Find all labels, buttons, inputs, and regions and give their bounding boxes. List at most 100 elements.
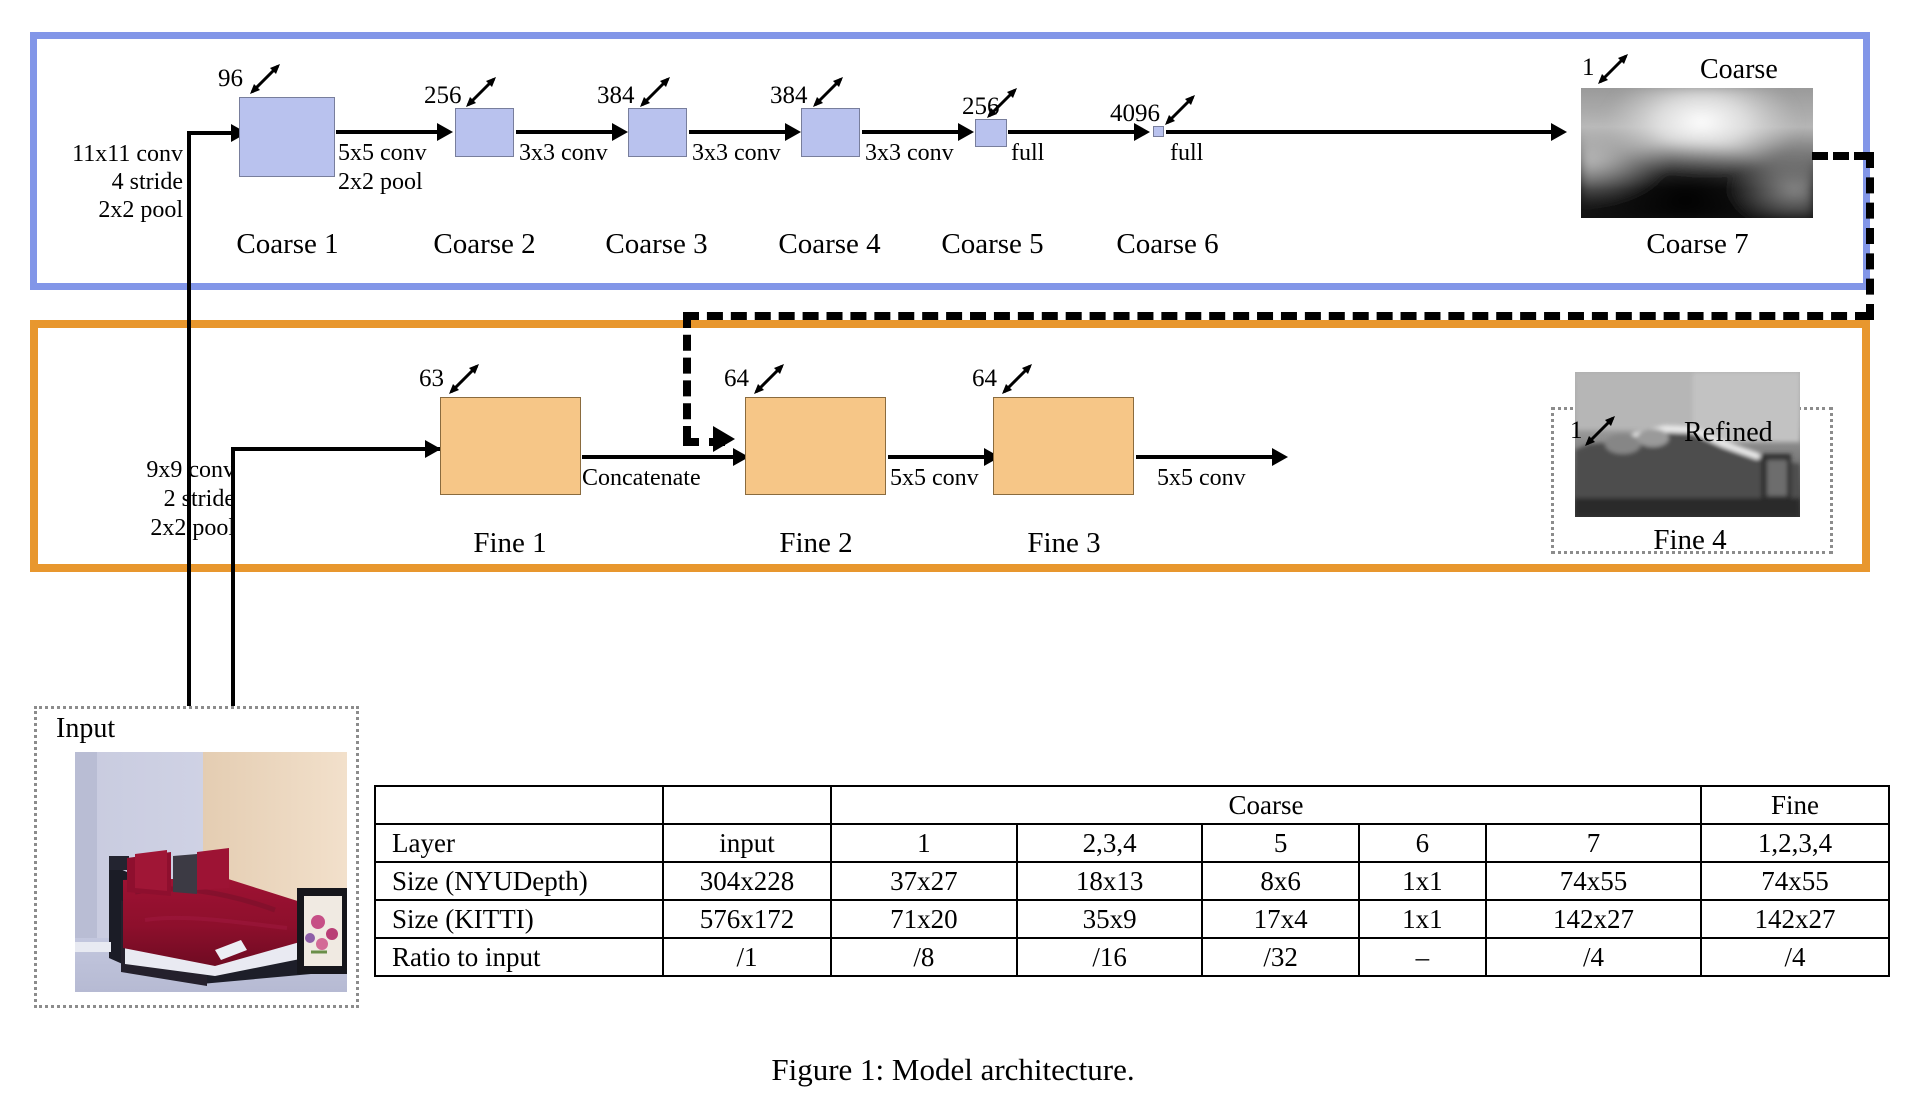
cell-kitti-input: 576x172 — [662, 899, 832, 939]
cell-layer-c5: 5 — [1201, 823, 1360, 863]
coarse-op-1-line-1: 5x5 conv — [338, 140, 427, 166]
fine-block-2 — [745, 397, 886, 495]
coarse-arrowhead-4 — [785, 123, 801, 141]
coarse-label-5: Coarse 5 — [941, 228, 1044, 260]
fine-block-1 — [440, 397, 581, 495]
row-label-size-nyu: Size (NYUDepth) — [374, 861, 664, 901]
coarse-input-op-line-3: 2x2 pool — [98, 197, 183, 223]
skip-arrowhead — [713, 426, 735, 452]
coarse-block-5 — [975, 119, 1007, 147]
cell-nyu-c234: 18x13 — [1015, 861, 1204, 901]
coarse-op-1-line-2: 2x2 pool — [338, 169, 423, 195]
cell-nyu-input: 304x228 — [662, 861, 832, 901]
channel-arrow-icon — [1598, 54, 1628, 84]
input-to-coarse-line — [187, 131, 191, 731]
coarse-block-1 — [239, 97, 335, 177]
cell-kitti-c1: 71x20 — [830, 899, 1018, 939]
coarse-label-1: Coarse 1 — [236, 228, 339, 260]
coarse-arrow-5-6 — [1008, 130, 1138, 134]
coarse-input-op-line-1: 11x11 conv — [72, 141, 183, 167]
fine-stage-title: Refined — [1684, 417, 1773, 448]
table-row: Size (KITTI) 576x172 71x20 35x9 17x4 1x1… — [374, 899, 1890, 939]
coarse-label-6: Coarse 6 — [1116, 228, 1219, 260]
coarse-channels-2: 256 — [424, 82, 462, 109]
channel-arrow-icon — [466, 77, 496, 107]
layer-spec-table: Coarse Fine Layer input 1 2,3,4 5 6 7 1,… — [374, 785, 1890, 977]
coarse-arrowhead-2 — [437, 123, 453, 141]
fine-input-op-line-2: 2 stride — [163, 486, 235, 512]
coarse-arrowhead-3 — [612, 123, 628, 141]
coarse-depth-map-image — [1581, 88, 1813, 218]
coarse-block-2 — [455, 108, 514, 157]
coarse-label-3: Coarse 3 — [605, 228, 708, 260]
coarse-op-6: full — [1170, 140, 1204, 166]
channel-arrow-icon — [640, 77, 670, 107]
coarse-arrow-1-2 — [336, 130, 441, 134]
row-label-size-kitti: Size (KITTI) — [374, 899, 664, 939]
fine-arrowhead-4 — [1272, 448, 1288, 466]
fine-op-1: Concatenate — [582, 465, 701, 491]
coarse-label-4: Coarse 4 — [778, 228, 881, 260]
coarse-block-6 — [1153, 126, 1164, 137]
group-header-coarse: Coarse — [830, 785, 1702, 825]
cell-ratio-input: /1 — [662, 937, 832, 977]
cell-ratio-fine: /4 — [1700, 937, 1890, 977]
coarse-stage-title: Coarse — [1700, 54, 1778, 85]
cell-nyu-c7: 74x55 — [1484, 861, 1703, 901]
coarse-block-4 — [801, 108, 860, 157]
fine-arrow-1-2 — [582, 455, 737, 459]
coarse-label-2: Coarse 2 — [433, 228, 536, 260]
cell-kitti-c5: 17x4 — [1201, 899, 1360, 939]
coarse-op-5: full — [1011, 140, 1045, 166]
coarse-arrow-6-7 — [1166, 130, 1556, 134]
skip-dash-vertical-right — [1866, 152, 1874, 320]
channel-arrow-icon — [1002, 364, 1032, 394]
fine-op-2: 5x5 conv — [890, 465, 979, 491]
cell-layer-c1: 1 — [830, 823, 1018, 863]
cell-nyu-c1: 37x27 — [830, 861, 1018, 901]
channel-arrow-icon — [987, 88, 1017, 118]
coarse-channels-7: 1 — [1582, 54, 1595, 81]
fine-label-1: Fine 1 — [473, 527, 547, 559]
fine-label-3: Fine 3 — [1027, 527, 1101, 559]
cell-ratio-c234: /16 — [1015, 937, 1204, 977]
channel-arrow-icon — [754, 364, 784, 394]
coarse-channels-6: 4096 — [1110, 100, 1160, 127]
fine-block-3 — [993, 397, 1134, 495]
cell-ratio-c6: – — [1357, 937, 1487, 977]
coarse-arrow-2-3 — [516, 130, 616, 134]
coarse-arrowhead-5 — [958, 123, 974, 141]
fine-arrow-3-4 — [1136, 455, 1276, 459]
coarse-op-3: 3x3 conv — [692, 140, 781, 166]
coarse-label-7: Coarse 7 — [1646, 228, 1749, 260]
cell-kitti-c7: 142x27 — [1484, 899, 1703, 939]
fine-arrow-2-3 — [888, 455, 988, 459]
fine-input-op-line-3: 2x2 pool — [150, 515, 235, 541]
coarse-arrowhead-7 — [1551, 123, 1567, 141]
fine-channels-1: 63 — [419, 365, 444, 392]
table-row: Layer input 1 2,3,4 5 6 7 1,2,3,4 — [374, 823, 1890, 863]
fine-label-2: Fine 2 — [779, 527, 853, 559]
coarse-op-4: 3x3 conv — [865, 140, 954, 166]
coarse-channels-3: 384 — [597, 82, 635, 109]
channel-arrow-icon — [1165, 95, 1195, 125]
coarse-block-3 — [628, 108, 687, 157]
input-panel-label: Input — [56, 713, 116, 744]
fine-input-op-line-1: 9x9 conv — [146, 457, 235, 483]
coarse-channels-4: 384 — [770, 82, 808, 109]
input-to-fine-elbow — [231, 447, 441, 451]
cell-layer-fine: 1,2,3,4 — [1700, 823, 1890, 863]
figure-caption: Figure 1: Model architecture. — [771, 1052, 1135, 1087]
cell-nyu-fine: 74x55 — [1700, 861, 1890, 901]
skip-dash-horizontal — [683, 312, 1871, 320]
coarse-arrow-4-5 — [862, 130, 962, 134]
table-group-header-row: Coarse Fine — [374, 785, 1890, 825]
cell-ratio-c5: /32 — [1201, 937, 1360, 977]
group-header-input — [662, 785, 832, 825]
coarse-arrow-3-4 — [689, 130, 789, 134]
cell-layer-c234: 2,3,4 — [1015, 823, 1204, 863]
row-label-layer: Layer — [374, 823, 664, 863]
cell-nyu-c5: 8x6 — [1201, 861, 1360, 901]
row-label-ratio: Ratio to input — [374, 937, 664, 977]
cell-ratio-c1: /8 — [830, 937, 1018, 977]
